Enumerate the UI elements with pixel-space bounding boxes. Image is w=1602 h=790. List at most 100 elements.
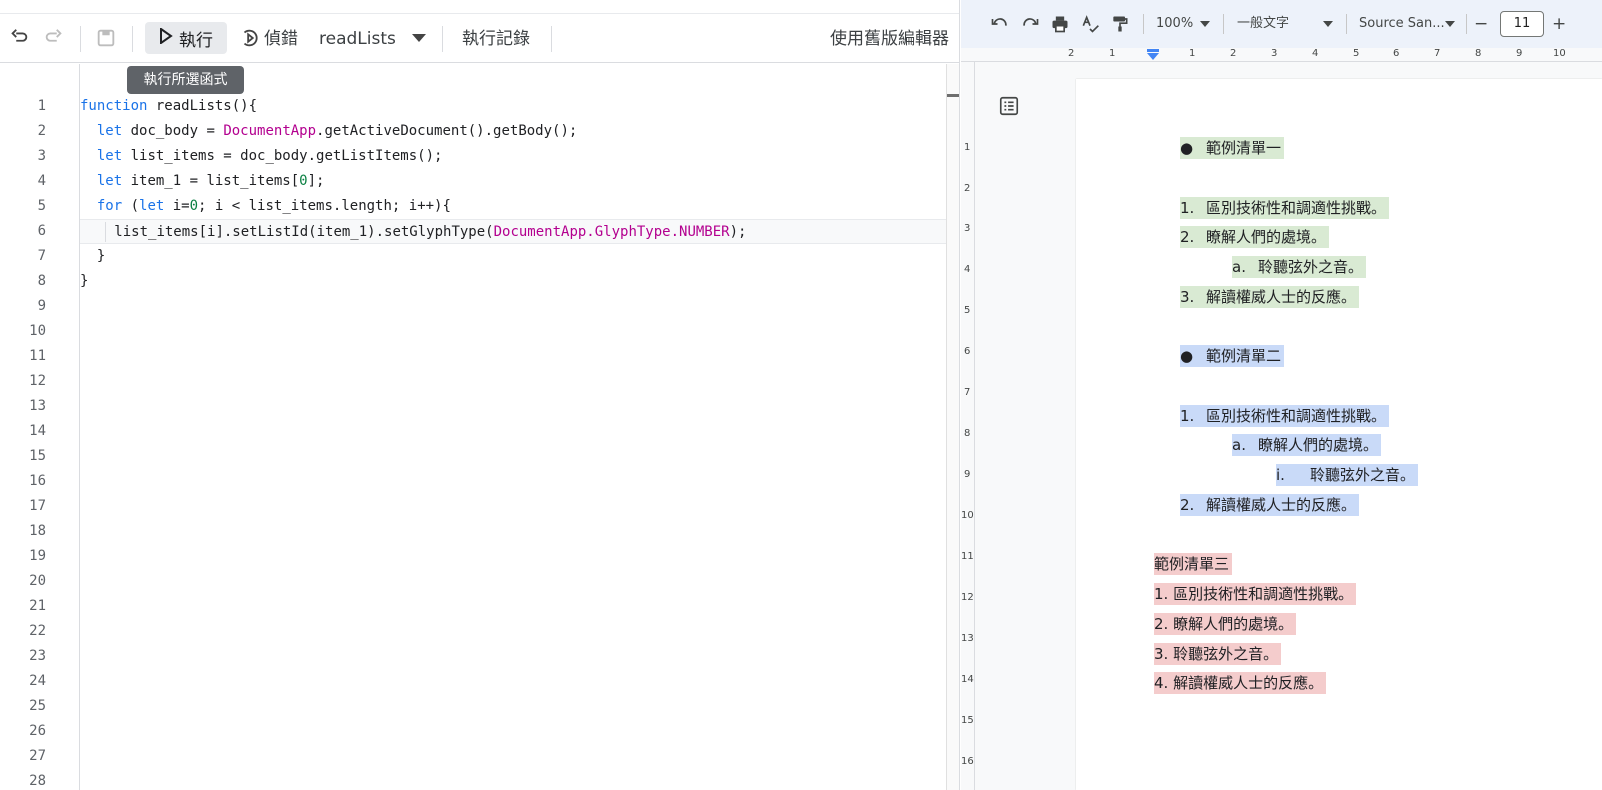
code-token: let [96,123,123,139]
toolbar-divider [551,26,552,52]
list-item[interactable]: a. 聆聽弦外之音。 [1232,256,1367,278]
line-number: 12 [29,373,46,389]
list-item[interactable]: ● 範例清單二 [1180,345,1285,367]
outline-icon[interactable] [995,92,1023,120]
paragraph-style-select[interactable]: 一般文字 [1237,14,1289,34]
toolbar-divider [442,26,443,52]
code-area[interactable]: 1 2 3 4 5 6 7 8 9 10 11 12 13 14 15 16 1… [0,64,959,790]
code-line[interactable]: let item_1 = list_items[0]; [80,169,950,194]
editor-toolbar: 執行 偵錯 readLists 執行記錄 使用舊版編輯器 [0,13,959,63]
list-item-text: 瞭解人們的處境。 [1258,436,1379,454]
toolbar-divider [132,26,133,52]
ruler-label: 2 [1068,48,1075,59]
line-number: 27 [29,748,46,764]
ruler-label: 8 [1475,48,1482,59]
ruler-label: 9 [1516,48,1523,59]
document-page[interactable]: ● 範例清單一 1. 區別技術性和調適性挑戰。 2. 瞭解人們的處境。 a. 聆聽弦外之… [1076,79,1602,790]
save-icon[interactable] [92,24,120,52]
list-marker: 2. [1180,496,1195,514]
code-line-active[interactable]: list_items[i].setListId(item_1).setGlyph… [80,219,950,244]
list-marker: 1. [1180,407,1195,425]
redo-icon[interactable] [1017,11,1043,37]
ruler-label: 2 [1230,48,1237,59]
indent-marker-icon[interactable] [1146,49,1160,61]
paragraph[interactable]: 1. 區別技術性和調適性挑戰。 [1154,583,1357,605]
docs-toolbar: 100% 一般文字 Source San... − 11 + [961,0,1602,48]
increase-font-size-button[interactable]: + [1552,14,1566,34]
list-item-text: 區別技術性和調適性挑戰。 [1206,199,1387,217]
toolbar-divider [1143,14,1144,34]
undo-icon[interactable] [5,24,33,52]
debug-icon [236,24,264,52]
indent-guide [105,222,107,242]
code-line[interactable]: } [80,244,950,269]
code-line[interactable]: function readLists(){ [80,94,950,119]
list-item[interactable]: 2. 瞭解人們的處境。 [1180,226,1330,248]
list-item-text: 聆聽弦外之音。 [1258,258,1364,276]
dropdown-icon[interactable] [405,24,433,52]
line-number: 26 [29,723,46,739]
list-item[interactable]: 2. 解讀權威人士的反應。 [1180,494,1360,516]
line-number: 18 [29,523,46,539]
chevron-down-icon[interactable] [1437,11,1463,37]
code-lines[interactable]: function readLists(){ let doc_body = Doc… [80,94,950,294]
spellcheck-icon[interactable] [1077,11,1103,37]
list-item[interactable]: 1. 區別技術性和調適性挑戰。 [1180,197,1390,219]
ruler-label: 4 [1312,48,1319,59]
ruler-label: 10 [1553,48,1566,59]
code-line[interactable]: let doc_body = DocumentApp.getActiveDocu… [80,119,950,144]
line-number-gutter: 1 2 3 4 5 6 7 8 9 10 11 12 13 14 15 16 1… [0,94,58,790]
docs-window: 100% 一般文字 Source San... − 11 + 2 1 1 2 3… [961,0,1602,790]
line-number: 1 [37,98,46,114]
bullet-marker: ● [1180,347,1194,365]
horizontal-ruler[interactable]: 2 1 1 2 3 4 5 6 7 8 9 10 [961,48,1602,62]
chevron-down-icon[interactable] [1315,11,1341,37]
ruler-label: 10 [961,510,974,521]
code-token: function [80,98,148,114]
debug-button[interactable]: 偵錯 [264,26,298,52]
zoom-select[interactable]: 100% [1156,14,1193,34]
font-size-input[interactable]: 11 [1500,11,1544,37]
execution-log-button[interactable]: 執行記錄 [462,26,530,52]
bullet-marker: ● [1180,139,1194,157]
function-select[interactable]: readLists [319,26,396,52]
legacy-editor-button[interactable]: 使用舊版編輯器 [830,26,949,52]
toolbar-divider [1466,14,1467,34]
chevron-down-icon[interactable] [1192,11,1218,37]
list-item[interactable]: 3. 解讀權威人士的反應。 [1180,286,1360,308]
run-button[interactable]: 執行 [145,22,227,54]
vertical-scrollbar[interactable] [946,64,959,790]
list-item-text: 聆聽弦外之音。 [1310,466,1416,484]
line-number: 11 [29,348,46,364]
redo-icon[interactable] [40,24,68,52]
list-item[interactable]: 1. 區別技術性和調適性挑戰。 [1180,405,1390,427]
line-number: 5 [37,198,46,214]
font-select[interactable]: Source San... [1359,14,1445,34]
vertical-ruler[interactable]: 1 2 3 4 5 6 7 8 9 10 11 12 13 14 15 16 [961,62,975,790]
list-marker: 2. [1180,228,1195,246]
paint-format-icon[interactable] [1107,11,1133,37]
code-line[interactable]: } [80,269,950,294]
list-item[interactable]: a. 瞭解人們的處境。 [1232,434,1382,456]
list-item[interactable]: ● 範例清單一 [1180,137,1285,159]
list-item[interactable]: i. 聆聽弦外之音。 [1276,464,1419,486]
toolbar-divider [80,26,81,52]
paragraph[interactable]: 4. 解讀權威人士的反應。 [1154,672,1327,694]
paragraph[interactable]: 範例清單三 [1154,553,1233,575]
code-token: .getActiveDocument().getBody(); [316,123,578,139]
code-line[interactable]: for (let i=0; i < list_items.length; i++… [80,194,950,219]
code-token: ; i < list_items.length; i++){ [198,198,451,214]
code-token: item_1 = list_items[ [122,173,300,189]
undo-icon[interactable] [987,11,1013,37]
paragraph[interactable]: 2. 瞭解人們的處境。 [1154,613,1297,635]
list-marker: a. [1232,258,1246,276]
print-icon[interactable] [1047,11,1073,37]
line-number: 6 [37,223,46,239]
toolbar-divider [1223,14,1224,34]
decrease-font-size-button[interactable]: − [1474,14,1488,34]
ruler-label: 16 [961,756,974,767]
code-line[interactable]: let list_items = doc_body.getListItems()… [80,144,950,169]
ruler-label: 3 [1271,48,1278,59]
list-marker: i. [1276,466,1285,484]
paragraph[interactable]: 3. 聆聽弦外之音。 [1154,643,1282,665]
